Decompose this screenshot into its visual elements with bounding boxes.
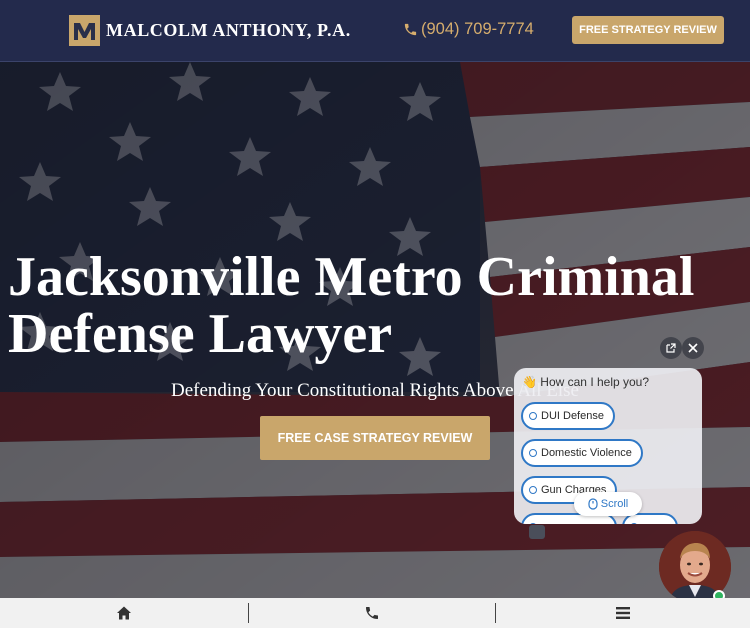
option-radio-icon xyxy=(630,523,638,524)
phone-icon xyxy=(366,607,378,619)
bottom-nav-call[interactable] xyxy=(249,598,495,628)
close-icon xyxy=(688,343,698,353)
free-strategy-review-button[interactable]: FREE STRATEGY REVIEW xyxy=(572,16,724,44)
hero-title: Jacksonville Metro Criminal Defense Lawy… xyxy=(8,249,748,363)
option-radio-icon xyxy=(529,486,537,494)
chat-option-label: Domestic Violence xyxy=(541,447,632,459)
refresh-icon[interactable] xyxy=(529,525,545,539)
bottom-nav-menu[interactable] xyxy=(496,598,750,628)
logo-mark-icon[interactable] xyxy=(69,15,100,46)
chat-option-domestic-violence[interactable]: Domestic Violence xyxy=(521,439,643,467)
option-radio-icon xyxy=(529,449,537,457)
bottom-nav-home[interactable] xyxy=(0,598,248,628)
bottom-nav-bar xyxy=(0,598,750,628)
site-header: MALCOLM ANTHONY, P.A. (904) 709-7774 FRE… xyxy=(0,0,750,62)
free-case-strategy-review-button[interactable]: FREE CASE STRATEGY REVIEW xyxy=(260,416,490,460)
phone-icon xyxy=(404,23,417,36)
option-radio-icon xyxy=(529,412,537,420)
home-icon xyxy=(117,606,131,620)
scroll-label: Scroll xyxy=(600,498,629,510)
header-phone-link[interactable]: (904) 709-7774 xyxy=(403,20,534,39)
brand-name[interactable]: MALCOLM ANTHONY, P.A. xyxy=(106,20,351,41)
menu-icon xyxy=(616,607,630,619)
wave-icon: 👋 xyxy=(522,375,537,389)
hero-title-line2: Defense Lawyer xyxy=(8,303,393,365)
chat-close-button[interactable] xyxy=(682,337,704,359)
chat-popout-button[interactable] xyxy=(660,337,682,359)
phone-number: (904) 709-7774 xyxy=(421,20,534,38)
chat-option-dui-defense[interactable]: DUI Defense xyxy=(521,402,615,430)
external-link-icon xyxy=(666,343,676,353)
chat-greeting: 👋 How can I help you? xyxy=(522,375,649,389)
chat-greeting-text: How can I help you? xyxy=(540,375,650,389)
scroll-mouse-icon xyxy=(588,498,598,510)
chat-scroll-button[interactable]: Scroll xyxy=(574,492,642,516)
hero-title-line1: Jacksonville Metro Criminal xyxy=(8,246,695,308)
chat-option-label: DUI Defense xyxy=(541,410,604,422)
option-radio-icon xyxy=(529,523,537,524)
